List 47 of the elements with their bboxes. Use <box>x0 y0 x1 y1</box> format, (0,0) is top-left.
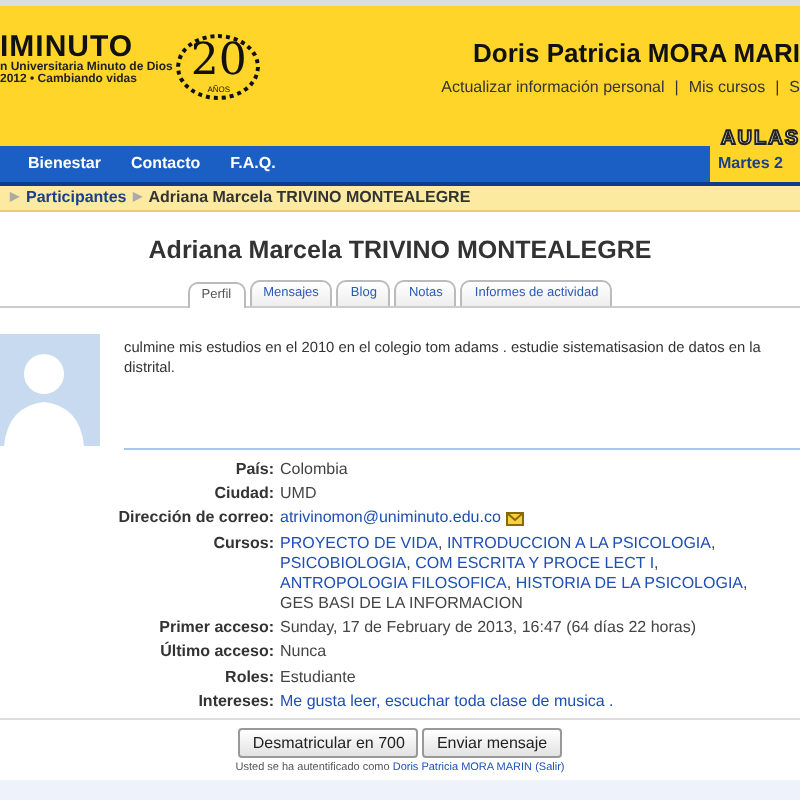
field-label: Ciudad: <box>212 483 276 504</box>
nav-link[interactable]: Contacto <box>130 152 201 176</box>
separator: , <box>654 553 659 572</box>
field-value: UMD <box>280 483 317 504</box>
field-value: Colombia <box>280 459 348 479</box>
separator: , <box>506 573 512 592</box>
separator: , <box>743 573 748 592</box>
logo-text: IMINUTO <box>0 34 134 62</box>
course-link[interactable]: PROYECTO DE VIDA <box>280 533 438 552</box>
header-link[interactable]: S <box>789 77 800 95</box>
course-link[interactable]: ANTROPOLOGIA FILOSOFICA <box>280 573 507 592</box>
course-link[interactable]: PSICOBIOLOGIA <box>280 553 407 572</box>
envelope-icon[interactable] <box>506 511 525 526</box>
course-link[interactable]: COM ESCRITA Y PROCE LECT I <box>415 553 655 572</box>
profile-title: Adriana Marcela TRIVINO MONTEALEGRE <box>146 234 654 268</box>
breadcrumb-link[interactable]: Participantes <box>26 186 127 210</box>
date-label: Martes 2 <box>710 146 800 182</box>
field-label: Cursos: <box>211 533 276 556</box>
separator: , <box>406 553 411 572</box>
header-link[interactable]: Actualizar información personal <box>441 77 665 95</box>
action-button[interactable]: Enviar mensaje <box>422 728 562 759</box>
separator: , <box>710 533 716 552</box>
field-label: Último acceso: <box>158 642 276 663</box>
interests-link[interactable]: Me gusta leer, escuchar toda clase de musica . <box>280 692 614 713</box>
email-link[interactable]: atrivinomon@uniminuto.edu.co <box>280 508 501 527</box>
separator: | <box>775 77 780 95</box>
field-label: Primer acceso: <box>157 618 276 639</box>
field-value: Sunday, 17 de February de 2013, 16:47 (64 días 22 horas) <box>280 618 696 639</box>
field-label: Intereses: <box>196 692 276 713</box>
field-label: Dirección de correo: <box>116 508 276 529</box>
field-label: Roles: <box>223 667 276 688</box>
nav-link[interactable]: Bienestar <box>28 152 101 176</box>
action-button[interactable]: Desmatricular en 700 <box>238 728 419 759</box>
nav-link[interactable]: F.A.Q. <box>230 152 276 176</box>
separator: | <box>674 77 679 95</box>
field-value: Nunca <box>280 642 327 663</box>
user-name: Doris Patricia MORA MARI <box>473 36 800 72</box>
header-link[interactable]: Mis cursos <box>688 77 766 95</box>
course-link[interactable]: HISTORIA DE LA PSICOLOGIA <box>515 573 743 592</box>
course-name: GES BASI DE LA INFORMACION <box>280 593 523 612</box>
field-label: País: <box>233 459 276 479</box>
anniversary-number: 20 <box>190 40 247 84</box>
separator: , <box>437 533 443 552</box>
avatar-silhouette <box>0 333 100 445</box>
course-link[interactable]: INTRODUCCION A LA PSICOLOGIA <box>446 533 711 552</box>
field-value: Estudiante <box>280 667 356 688</box>
breadcrumb-current: Adriana Marcela TRIVINO MONTEALEGRE <box>148 186 471 210</box>
